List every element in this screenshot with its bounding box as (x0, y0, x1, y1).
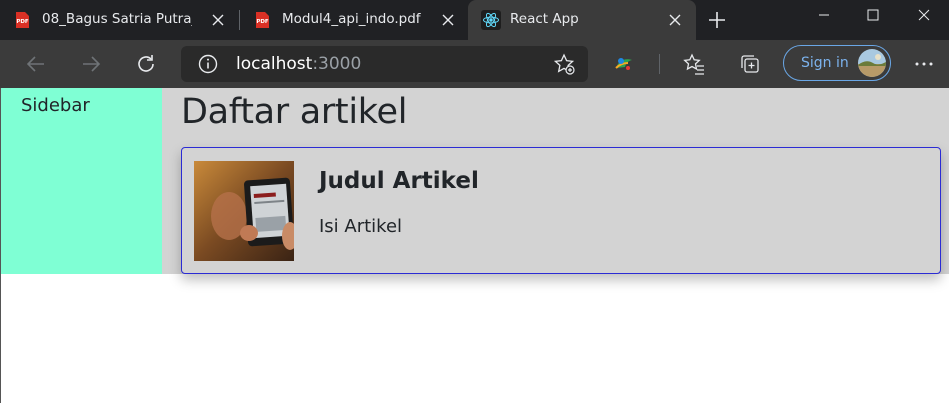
close-icon[interactable] (667, 12, 683, 28)
tab-title: 08_Bagus Satria Putra_ (42, 11, 192, 27)
minimize-icon (819, 14, 829, 16)
favorites-icon[interactable] (682, 52, 706, 76)
svg-text:PDF: PDF (256, 19, 269, 25)
avatar-image (858, 49, 886, 77)
tab-pdf-2[interactable]: PDF Modul4_api_indo.pdf (240, 0, 468, 40)
tab-react-app[interactable]: React App (468, 0, 696, 40)
main-content: Daftar artikel Judul Artikel Isi Artikel (162, 88, 949, 274)
sign-in-button[interactable]: Sign in (783, 45, 891, 81)
refresh-icon[interactable] (134, 52, 158, 76)
page-title: Daftar artikel (181, 92, 408, 132)
sign-in-label: Sign in (801, 55, 849, 71)
add-favorite-icon[interactable] (552, 52, 576, 76)
minimize-button[interactable] (801, 0, 847, 30)
tab-title: React App (510, 11, 579, 27)
collections-icon[interactable] (738, 52, 762, 76)
tab-title: Modul4_api_indo.pdf (282, 11, 421, 27)
close-icon[interactable] (210, 12, 226, 28)
svg-text:PDF: PDF (16, 19, 29, 25)
tab-strip: PDF 08_Bagus Satria Putra_ PDF Modul4_ap… (0, 0, 949, 40)
info-icon[interactable] (196, 52, 220, 76)
address-bar[interactable]: localhost:3000 (181, 46, 588, 82)
tablet-photo-image (194, 161, 294, 261)
forward-arrow-icon[interactable] (79, 52, 103, 76)
pdf-icon: PDF (16, 12, 29, 28)
article-card[interactable]: Judul Artikel Isi Artikel (181, 147, 941, 274)
back-arrow-icon[interactable] (24, 52, 48, 76)
tab-pdf-1[interactable]: PDF 08_Bagus Satria Putra_ (0, 0, 238, 40)
maximize-button[interactable] (850, 0, 896, 30)
new-tab-icon[interactable] (706, 9, 728, 31)
toolbar-divider (659, 54, 660, 74)
more-options-icon[interactable] (912, 52, 936, 76)
pdf-icon: PDF (256, 12, 269, 28)
article-title: Judul Artikel (319, 168, 479, 194)
url-port: :3000 (312, 54, 362, 74)
browser-toolbar: localhost:3000 Sign in (0, 40, 949, 88)
avatar (858, 49, 886, 77)
url-host: localhost (236, 54, 313, 74)
extension-icon[interactable] (612, 52, 636, 76)
close-icon[interactable] (440, 12, 456, 28)
close-window-button[interactable] (899, 0, 949, 30)
article-thumbnail (194, 161, 294, 261)
article-body: Isi Artikel (319, 216, 403, 237)
react-icon (481, 10, 501, 30)
maximize-icon (867, 9, 879, 21)
close-icon (918, 9, 930, 21)
url-text: localhost:3000 (236, 54, 361, 74)
sidebar-label: Sidebar (21, 95, 90, 116)
page-viewport: Sidebar Daftar artikel Judul Artikel Isi… (0, 88, 949, 403)
sidebar: Sidebar (1, 88, 162, 274)
